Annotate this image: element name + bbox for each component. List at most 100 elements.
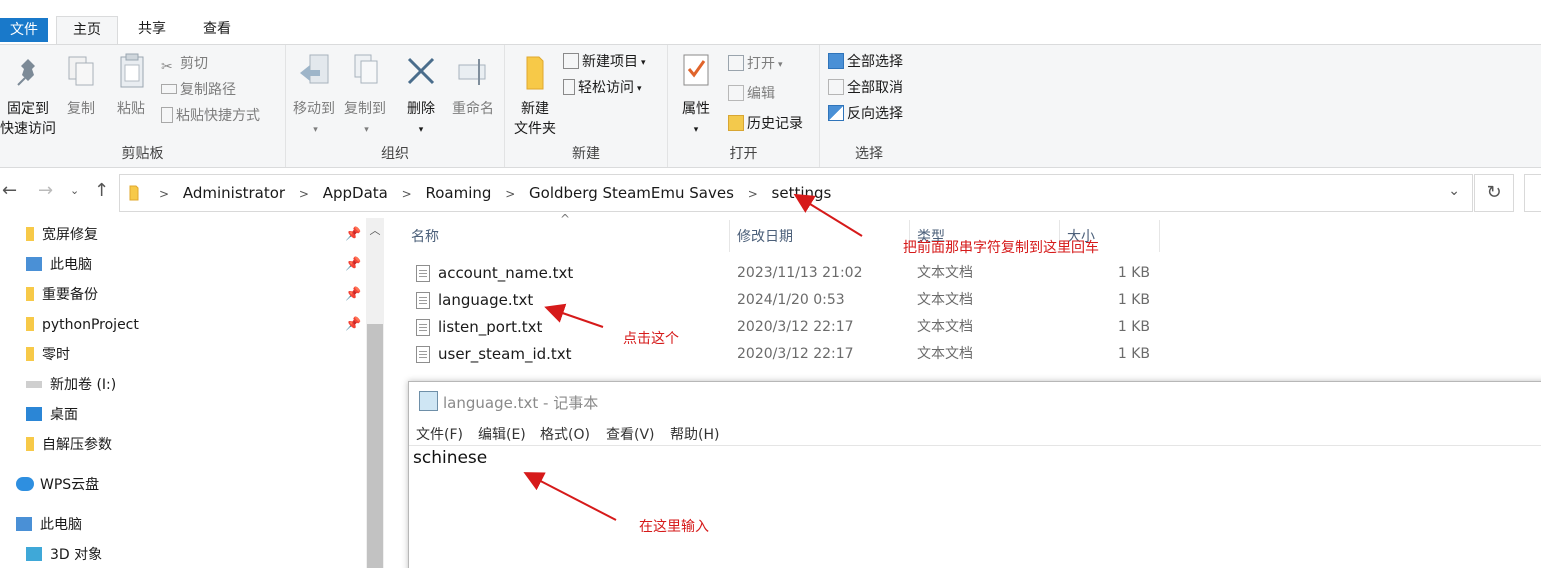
nav-item-3d-objects[interactable]: 3D 对象 — [26, 541, 102, 568]
address-bar[interactable]: > Administrator > AppData > Roaming > Go… — [119, 174, 1473, 212]
pin-icon[interactable]: 📌 — [345, 227, 361, 242]
new-item-button[interactable]: 新建项目 ▾ — [563, 51, 646, 75]
nav-item-new-volume-i[interactable]: 新加卷 (I:) — [26, 371, 116, 399]
forward-arrow-icon[interactable]: → — [38, 180, 53, 201]
table-row[interactable]: account_name.txt 2023/11/13 21:02 文本文档 1… — [410, 260, 1170, 287]
copy-button[interactable]: 复制 — [62, 49, 100, 119]
nav-item-this-pc[interactable]: 此电脑 — [16, 511, 82, 539]
breadcrumb-separator-icon: > — [298, 187, 309, 201]
nav-item-label: 宽屏修复 — [42, 227, 98, 243]
paste-shortcut-button[interactable]: 粘贴快捷方式 — [161, 105, 260, 129]
file-size: 1 KB — [1117, 292, 1150, 308]
tab-home[interactable]: 主页 — [56, 16, 118, 45]
nav-item-label: 此电脑 — [50, 257, 92, 273]
paste-button[interactable]: 粘贴 — [110, 49, 152, 119]
invert-selection-label: 反向选择 — [847, 106, 903, 122]
edit-button[interactable]: 编辑 — [728, 83, 775, 107]
clipboard-group-label: 剪贴板 — [121, 146, 164, 162]
nav-item-quick-widescreen[interactable]: 宽屏修复 — [26, 221, 98, 249]
pin-icon[interactable]: 📌 — [345, 257, 361, 272]
nav-item-self-extract-params[interactable]: 自解压参数 — [26, 431, 112, 459]
history-button[interactable]: 历史记录 — [728, 113, 803, 137]
table-row[interactable]: language.txt 2024/1/20 0:53 文本文档 1 KB — [410, 287, 1170, 314]
select-all-button[interactable]: 全部选择 — [828, 51, 903, 75]
properties-label: 属性 — [682, 101, 710, 117]
notepad-icon — [419, 391, 438, 411]
pin-icon[interactable]: 📌 — [345, 317, 361, 332]
tab-file[interactable]: 文件 — [0, 18, 48, 42]
pin-quick-access-button[interactable]: 固定到 快速访问 — [0, 49, 56, 139]
select-none-button[interactable]: 全部取消 — [828, 77, 903, 101]
paste-shortcut-label: 粘贴快捷方式 — [176, 108, 260, 124]
properties-button[interactable]: 属性 ▾ — [676, 49, 716, 140]
file-size: 1 KB — [1117, 346, 1150, 362]
new-item-icon — [563, 53, 579, 69]
scroll-up-chevron-icon[interactable]: ︿ — [366, 222, 384, 238]
breadcrumb-item-roaming[interactable]: Roaming — [425, 184, 491, 202]
pin-icon[interactable]: 📌 — [345, 287, 361, 302]
table-row[interactable]: listen_port.txt 2020/3/12 22:17 文本文档 1 K… — [410, 314, 1170, 341]
copy-icon — [68, 56, 94, 86]
file-name: listen_port.txt — [438, 318, 543, 336]
copy-to-button[interactable]: 复制到▾ — [341, 49, 389, 140]
invert-selection-button[interactable]: 反向选择 — [828, 103, 903, 127]
annotation-click-note: 点击这个 — [623, 331, 679, 347]
column-header-modified[interactable]: 修改日期 — [737, 226, 793, 248]
nav-item-wps-cloud[interactable]: WPS云盘 — [16, 471, 99, 499]
column-header-name[interactable]: 名称 — [411, 226, 439, 248]
nav-item-label: 桌面 — [50, 407, 78, 423]
cut-button[interactable]: ✂ 剪切 — [161, 53, 208, 77]
file-modified: 2024/1/20 0:53 — [737, 292, 845, 308]
move-to-icon — [300, 54, 329, 84]
breadcrumb-item-settings[interactable]: settings — [772, 184, 832, 202]
delete-button[interactable]: 删除 ▾ — [402, 49, 440, 140]
table-row[interactable]: user_steam_id.txt 2020/3/12 22:17 文本文档 1… — [410, 341, 1170, 368]
file-size: 1 KB — [1117, 319, 1150, 335]
refresh-button[interactable]: ↻ — [1474, 174, 1514, 212]
search-input[interactable] — [1524, 174, 1541, 212]
column-divider[interactable] — [1159, 220, 1160, 252]
file-type: 文本文档 — [917, 292, 973, 308]
clipboard-group: 固定到 快速访问 复制 粘贴 ✂ 剪切 复制路径 粘贴快捷方式 剪贴板 — [0, 45, 286, 167]
tab-view[interactable]: 查看 — [188, 16, 246, 44]
history-icon — [728, 115, 744, 131]
nav-item-important-backup[interactable]: 重要备份 — [26, 281, 98, 309]
pin-icon — [17, 59, 35, 86]
folder-icon — [26, 347, 34, 361]
nav-item-python-project[interactable]: pythonProject — [26, 311, 139, 339]
nav-item-quick-this-pc[interactable]: 此电脑 — [26, 251, 92, 279]
address-dropdown-chevron-icon[interactable]: ⌄ — [1448, 183, 1460, 199]
recent-locations-chevron-icon[interactable]: ⌄ — [70, 184, 79, 197]
menu-edit[interactable]: 编辑(E) — [478, 424, 526, 444]
breadcrumb-separator-icon: > — [401, 187, 412, 201]
copy-path-button[interactable]: 复制路径 — [161, 79, 236, 103]
back-arrow-icon[interactable]: ← — [2, 180, 17, 201]
up-arrow-icon[interactable]: ↑ — [94, 180, 109, 201]
tab-share[interactable]: 共享 — [125, 16, 179, 44]
nav-pane-scrollbar-thumb[interactable] — [367, 324, 383, 568]
menu-view[interactable]: 查看(V) — [606, 424, 655, 444]
menu-file[interactable]: 文件(F) — [416, 424, 463, 444]
open-label: 打开 — [747, 56, 775, 72]
new-folder-button[interactable]: 新建 文件夹 — [509, 49, 561, 139]
notepad-text-area[interactable]: schinese — [413, 448, 487, 468]
menu-help[interactable]: 帮助(H) — [670, 424, 719, 444]
file-name: user_steam_id.txt — [438, 345, 572, 363]
open-button[interactable]: 打开 ▾ — [728, 53, 783, 77]
edit-label: 编辑 — [747, 86, 775, 102]
column-divider[interactable] — [729, 220, 730, 252]
paste-shortcut-icon — [161, 107, 173, 123]
rename-button[interactable]: 重命名 — [448, 49, 498, 119]
breadcrumb-item-goldberg[interactable]: Goldberg SteamEmu Saves — [529, 184, 734, 202]
computer-icon — [16, 517, 32, 531]
easy-access-button[interactable]: 轻松访问 ▾ — [563, 77, 642, 101]
copy-to-label: 复制到 — [344, 101, 386, 117]
move-to-button[interactable]: 移动到▾ — [290, 49, 338, 140]
nav-item-desktop[interactable]: 桌面 — [26, 401, 78, 429]
breadcrumb-item-administrator[interactable]: Administrator — [183, 184, 285, 202]
title-bar-strip — [0, 0, 1541, 8]
menu-format[interactable]: 格式(O) — [540, 424, 590, 444]
nav-item-temp[interactable]: 零时 — [26, 341, 70, 369]
breadcrumb-item-appdata[interactable]: AppData — [323, 184, 388, 202]
file-name: language.txt — [438, 291, 534, 309]
